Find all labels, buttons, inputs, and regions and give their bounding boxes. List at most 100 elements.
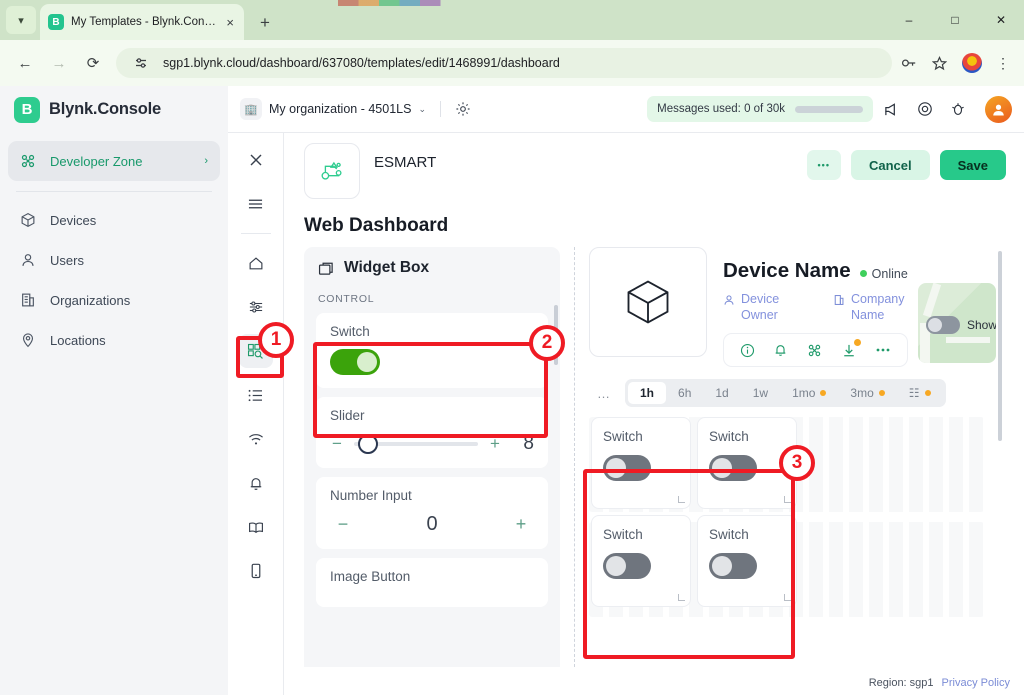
device-owner-field: Device Owner: [723, 292, 805, 323]
resize-handle[interactable]: [678, 594, 685, 602]
address-bar[interactable]: sgp1.blynk.cloud/dashboard/637080/templa…: [116, 48, 892, 78]
tab-search-dropdown-button[interactable]: ▾: [6, 6, 36, 34]
new-tab-button[interactable]: +: [252, 10, 278, 36]
sidebar-item-devices[interactable]: Devices: [8, 200, 220, 240]
reload-button[interactable]: ⟳: [78, 48, 108, 78]
pro-badge-icon: [820, 390, 827, 397]
template-header: ESMART ••• Cancel Save: [304, 143, 1006, 199]
map-show-toggle-group[interactable]: Show: [926, 316, 996, 334]
slider-plus-button[interactable]: +: [488, 434, 502, 454]
metadata-list-icon[interactable]: [239, 378, 273, 412]
password-key-icon[interactable]: [896, 50, 922, 76]
resize-handle[interactable]: [784, 496, 791, 504]
time-range-more-icon[interactable]: …: [589, 386, 619, 401]
time-range-1mo[interactable]: 1mo: [780, 382, 838, 404]
window-maximize-button[interactable]: □: [932, 0, 978, 40]
slider-track[interactable]: [354, 434, 478, 454]
sidebar-item-developer-zone[interactable]: Developer Zone ›: [8, 141, 220, 181]
app-footer: Region: sgp1 Privacy Policy: [284, 671, 1024, 695]
wifi-icon[interactable]: [239, 422, 273, 456]
sidebar-item-users[interactable]: Users: [8, 240, 220, 280]
sidebar-item-organizations[interactable]: Organizations: [8, 280, 220, 320]
more-options-button[interactable]: •••: [806, 150, 841, 180]
time-range-3mo[interactable]: 3mo: [838, 382, 896, 404]
resize-handle[interactable]: [678, 496, 685, 504]
gear-icon[interactable]: [455, 101, 471, 117]
save-button[interactable]: Save: [939, 150, 1006, 180]
switch-toggle-off[interactable]: [709, 455, 757, 482]
number-plus-button[interactable]: +: [508, 514, 534, 535]
datastreams-icon[interactable]: [239, 290, 273, 324]
window-minimize-button[interactable]: –: [886, 0, 932, 40]
lifebuoy-icon[interactable]: [917, 101, 941, 117]
map-show-toggle[interactable]: [926, 316, 960, 334]
number-input-control[interactable]: − 0 +: [330, 513, 534, 536]
switch-toggle-off[interactable]: [603, 455, 651, 482]
site-settings-icon[interactable]: [128, 50, 154, 76]
organization-selector[interactable]: 🏢 My organization - 4501LS ⌄: [240, 98, 426, 120]
device-name: Device Name: [723, 259, 851, 282]
cancel-button[interactable]: Cancel: [850, 150, 930, 180]
widget-label: Switch: [330, 324, 370, 339]
widget-item-switch[interactable]: Switch: [316, 313, 548, 388]
home-icon[interactable]: [239, 246, 273, 280]
bug-icon[interactable]: [951, 101, 975, 117]
messages-used-label: Messages used: 0 of 30k: [657, 103, 785, 115]
canvas-scrollbar[interactable]: [998, 251, 1002, 441]
widget-category-label: CONTROL: [318, 293, 375, 305]
back-button[interactable]: ←: [10, 48, 40, 78]
time-range-1w[interactable]: 1w: [741, 382, 780, 404]
switch-label: Switch: [709, 527, 749, 543]
tab-close-icon[interactable]: ×: [224, 15, 236, 30]
bell-icon[interactable]: [239, 466, 273, 500]
browser-tab[interactable]: B My Templates - Blynk.Console ×: [40, 4, 244, 40]
slider-control[interactable]: − + 8: [330, 433, 534, 455]
megaphone-icon[interactable]: [883, 102, 907, 117]
widget-item-slider[interactable]: Slider − + 8: [316, 397, 548, 468]
widget-box-list[interactable]: CONTROL Switch Slider − + 8 Number Input…: [304, 289, 560, 667]
info-icon[interactable]: [740, 343, 755, 358]
close-icon[interactable]: [239, 143, 273, 177]
number-minus-button[interactable]: −: [330, 514, 356, 535]
time-range-custom[interactable]: ☷: [897, 382, 943, 404]
time-range-label: 3mo: [850, 386, 874, 401]
dashboard-switch-3[interactable]: Switch: [591, 515, 691, 608]
device-map-widget[interactable]: Show: [918, 283, 996, 363]
window-close-button[interactable]: ✕: [978, 0, 1024, 40]
page-title: Web Dashboard: [304, 215, 449, 236]
slider-knob[interactable]: [358, 434, 378, 454]
sidebar: Developer Zone › Devices Users Organizat…: [0, 133, 228, 695]
template-device-icon[interactable]: [304, 143, 360, 199]
bell-icon[interactable]: [774, 343, 787, 357]
privacy-policy-link[interactable]: Privacy Policy: [942, 677, 1010, 689]
more-icon[interactable]: [875, 347, 891, 353]
slider-minus-button[interactable]: −: [330, 434, 344, 454]
sidebar-item-locations[interactable]: Locations: [8, 320, 220, 360]
widget-box-header: Widget Box: [304, 247, 560, 289]
rail-divider: [240, 233, 271, 234]
number-input-value[interactable]: 0: [356, 513, 508, 536]
bookmark-star-icon[interactable]: [926, 50, 952, 76]
time-range-1h[interactable]: 1h: [628, 382, 667, 405]
user-avatar[interactable]: [985, 95, 1012, 123]
widget-item-number-input[interactable]: Number Input − 0 +: [316, 477, 548, 549]
browser-profile-avatar[interactable]: [962, 53, 982, 73]
dashboard-switch-1[interactable]: Switch: [591, 417, 691, 510]
switch-toggle-off[interactable]: [603, 553, 651, 580]
forward-button[interactable]: →: [44, 48, 74, 78]
resize-handle[interactable]: [784, 594, 791, 602]
download-icon[interactable]: [842, 338, 861, 358]
time-range-1d[interactable]: 1d: [703, 382, 740, 404]
switch-toggle-off[interactable]: [709, 553, 757, 580]
company-name-label: Company Name: [851, 292, 905, 322]
widget-item-image-button[interactable]: Image Button: [316, 558, 548, 607]
switch-toggle-on[interactable]: [330, 349, 380, 375]
dashboard-switch-4[interactable]: Switch: [697, 515, 797, 608]
browser-menu-icon[interactable]: ⋮: [992, 56, 1014, 70]
mobile-icon[interactable]: [239, 554, 273, 588]
brand[interactable]: B Blynk.Console: [0, 96, 228, 123]
developer-icon[interactable]: [807, 343, 822, 358]
hamburger-icon[interactable]: [239, 187, 273, 221]
time-range-6h[interactable]: 6h: [666, 382, 703, 404]
book-icon[interactable]: [239, 510, 273, 544]
